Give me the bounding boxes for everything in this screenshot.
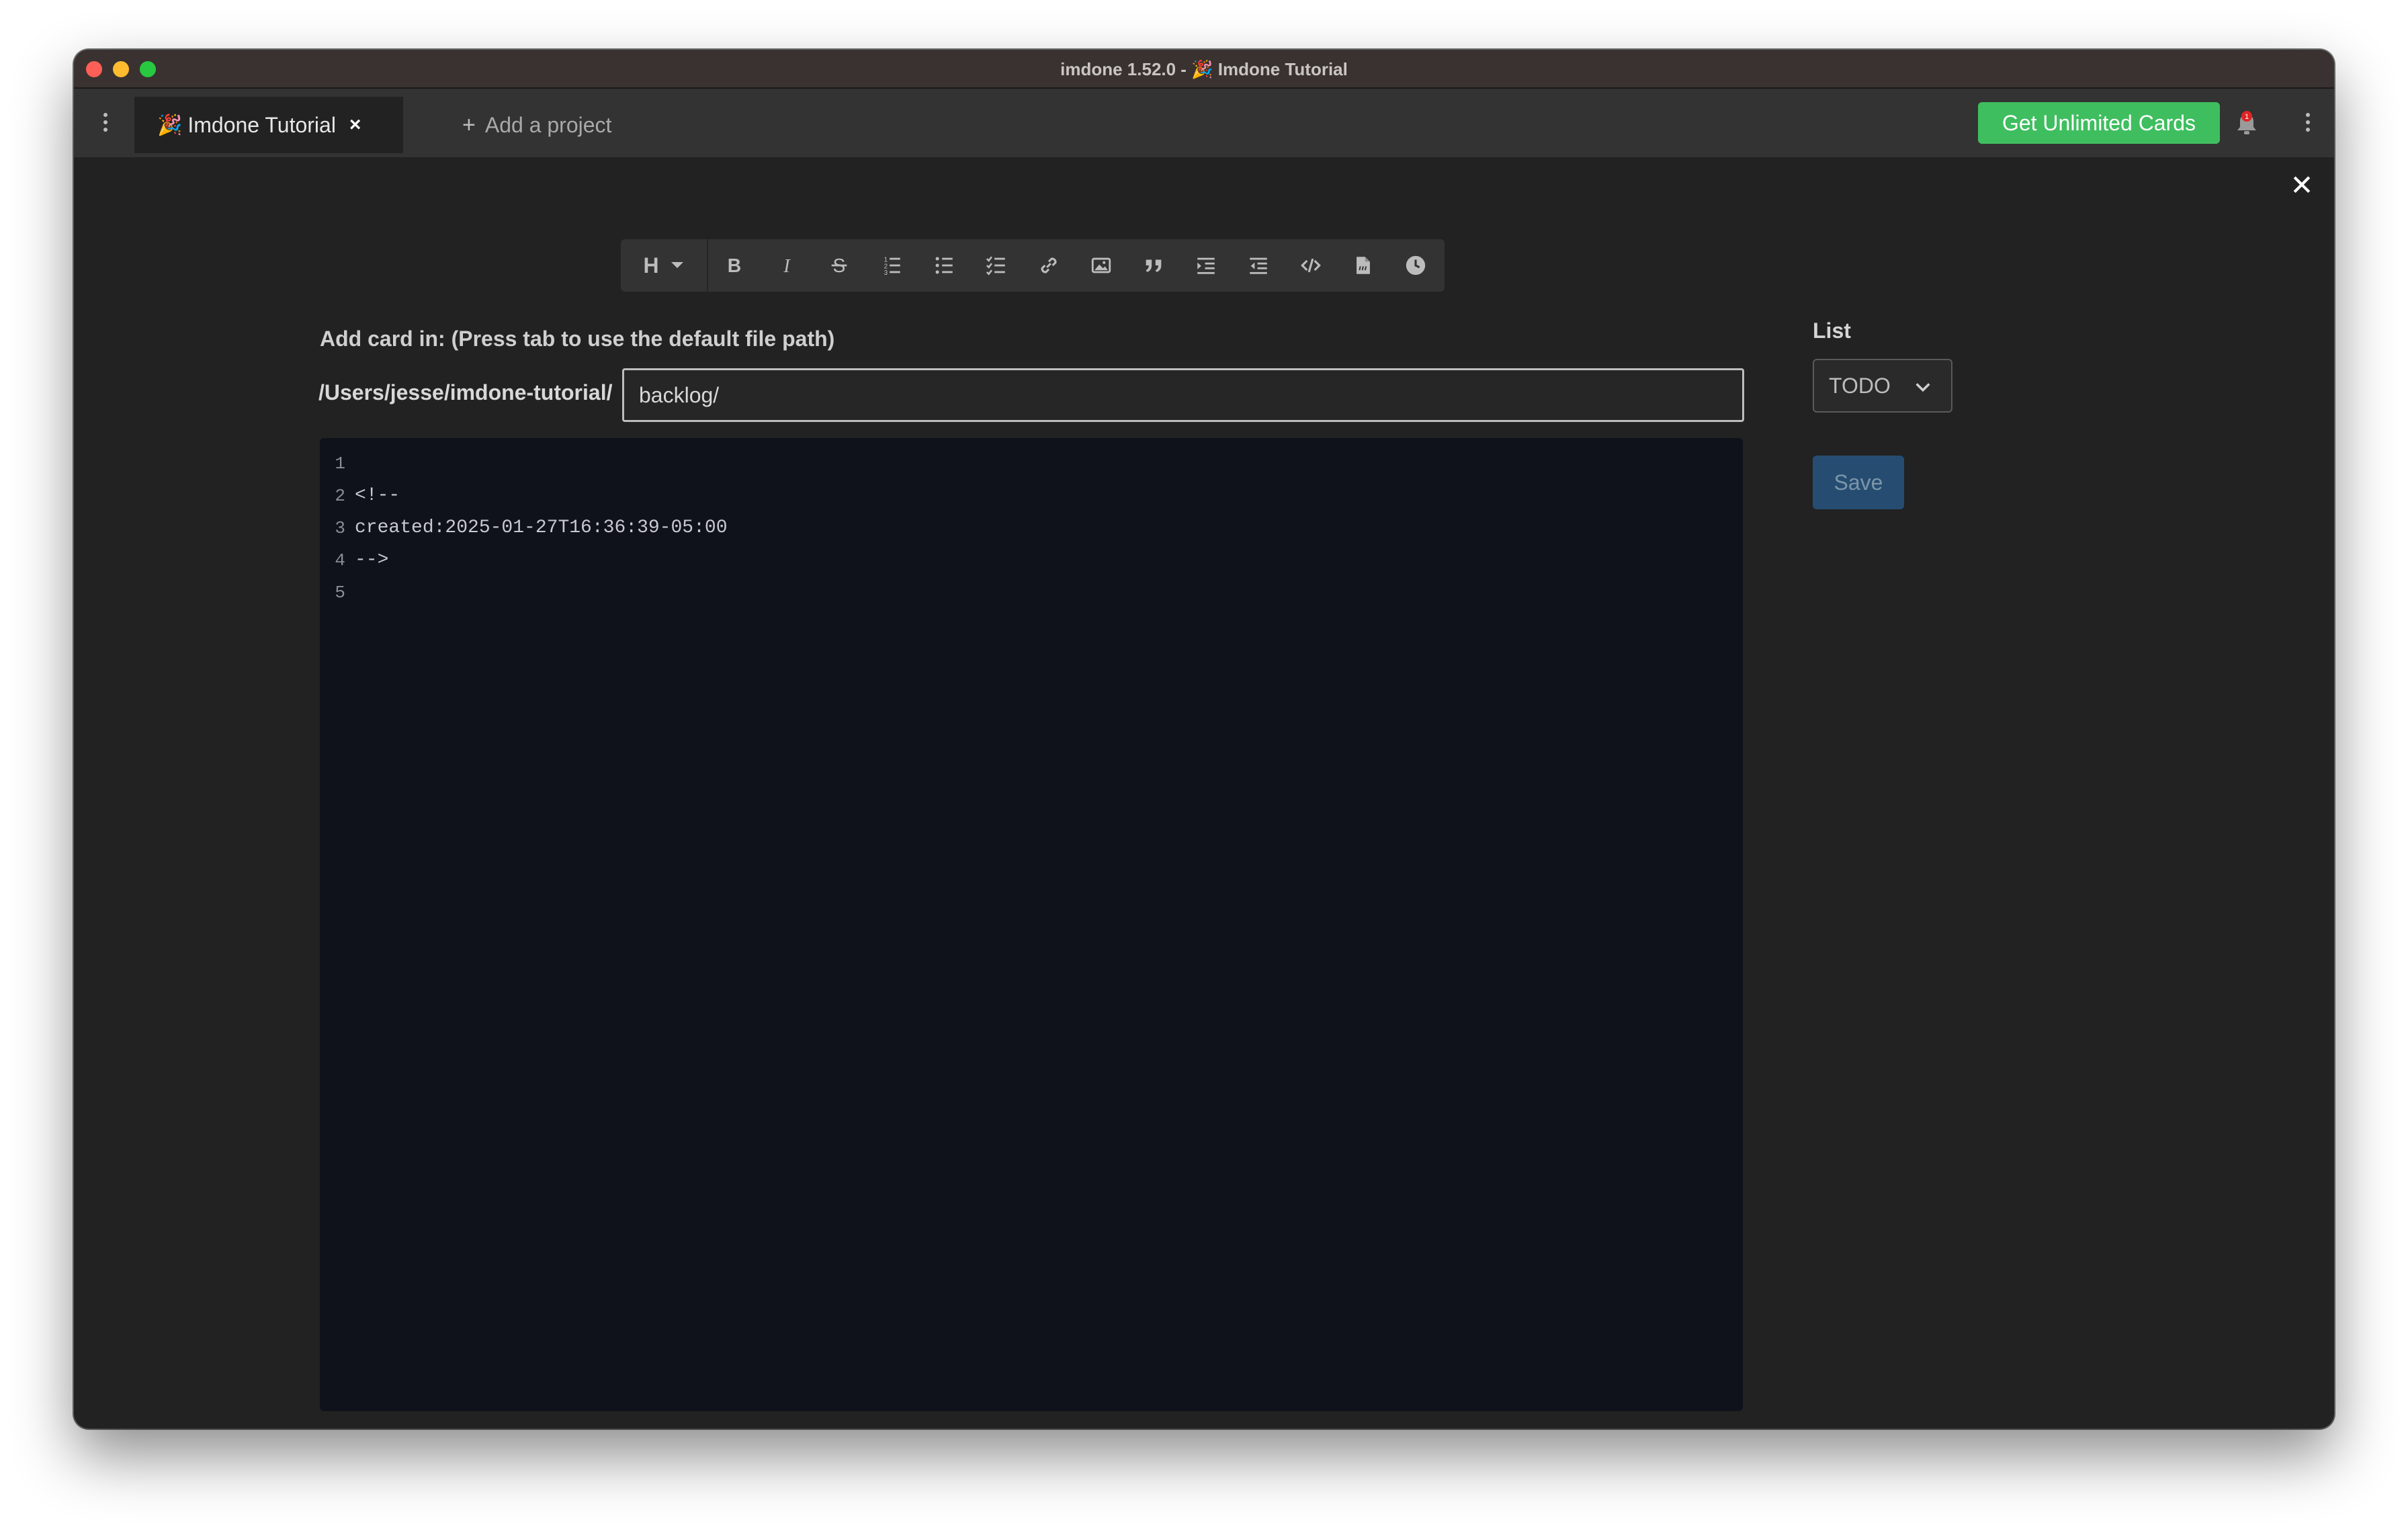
code-text: --> xyxy=(355,550,389,570)
svg-text:I: I xyxy=(783,256,791,277)
markdown-toolbar: H B I S 1 2 3 xyxy=(621,239,1445,292)
line-number: 4 xyxy=(335,550,345,570)
indent-icon xyxy=(1197,257,1215,274)
line-number: 1 xyxy=(335,454,345,474)
add-project-button[interactable]: + Add a project xyxy=(462,103,611,146)
unordered-list-icon xyxy=(935,257,953,274)
markdown-editor[interactable]: 1 2 <!-- 3 created:2025-01-27T16:36:39-05:00… xyxy=(320,438,1743,1411)
list-select[interactable]: TODO xyxy=(1813,359,1952,413)
heading-label: H xyxy=(643,253,659,278)
close-editor-icon[interactable]: ✕ xyxy=(2288,171,2315,200)
timestamp-button[interactable] xyxy=(1389,239,1442,292)
task-list-icon xyxy=(986,256,1005,275)
notification-count: 1 xyxy=(2245,113,2249,121)
list-label: List xyxy=(1813,319,1851,343)
indent-button[interactable] xyxy=(1180,239,1232,292)
task-list-button[interactable] xyxy=(970,239,1023,292)
outdent-button[interactable] xyxy=(1232,239,1285,292)
app-menu-icon[interactable] xyxy=(95,109,116,136)
heading-dropdown-button[interactable]: H xyxy=(621,239,708,292)
code-button[interactable] xyxy=(1285,239,1337,292)
add-project-label: Add a project xyxy=(484,112,612,137)
path-prefix: /Users/jesse/imdone-tutorial/ xyxy=(318,380,613,405)
insert-file-button[interactable] xyxy=(1337,239,1389,292)
get-unlimited-cards-button[interactable]: Get Unlimited Cards xyxy=(1978,102,2220,144)
code-icon xyxy=(1301,258,1321,273)
image-button[interactable] xyxy=(1075,239,1127,292)
clock-icon xyxy=(1406,255,1426,275)
bold-button[interactable]: B xyxy=(708,239,761,292)
bold-icon: B xyxy=(728,255,741,277)
line-number: 2 xyxy=(335,486,345,506)
file-icon xyxy=(1357,257,1370,274)
outdent-icon xyxy=(1250,257,1267,274)
add-card-hint: Add card in: (Press tab to use the defau… xyxy=(320,327,835,351)
plus-icon: + xyxy=(462,112,476,138)
quote-button[interactable] xyxy=(1127,239,1180,292)
svg-text:B: B xyxy=(728,255,741,277)
chevron-down-icon xyxy=(1916,383,1930,392)
strikethrough-icon: S xyxy=(831,255,847,277)
ordered-list-button[interactable]: 1 2 3 xyxy=(865,239,918,292)
window-title: imdone 1.52.0 - 🎉 Imdone Tutorial xyxy=(1060,59,1348,79)
party-icon: 🎉 xyxy=(157,114,183,136)
caret-down-icon xyxy=(671,262,683,268)
tab-bar: 🎉 Imdone Tutorial × + Add a project Get … xyxy=(74,89,2334,157)
link-button[interactable] xyxy=(1023,239,1075,292)
app-window: imdone 1.52.0 - 🎉 Imdone Tutorial 🎉 Imdo… xyxy=(74,50,2334,1429)
tab-close-icon[interactable]: × xyxy=(349,114,361,136)
code-line[interactable]: 3 created:2025-01-27T16:36:39-05:00 xyxy=(320,512,1743,544)
notification-bell-icon[interactable]: 1 xyxy=(2235,110,2259,137)
unordered-list-button[interactable] xyxy=(918,239,970,292)
link-icon xyxy=(1041,257,1057,273)
quote-icon xyxy=(1146,259,1162,272)
code-line[interactable]: 5 xyxy=(320,577,1743,609)
code-text: <!-- xyxy=(355,485,400,506)
strikethrough-button[interactable]: S xyxy=(813,239,865,292)
code-line[interactable]: 2 <!-- xyxy=(320,480,1743,512)
code-line[interactable]: 1 xyxy=(320,448,1743,480)
svg-text:3: 3 xyxy=(884,269,888,277)
line-number: 5 xyxy=(335,583,345,603)
title-bar: imdone 1.52.0 - 🎉 Imdone Tutorial xyxy=(74,50,2334,89)
code-line[interactable]: 4 --> xyxy=(320,544,1743,577)
file-path-input[interactable] xyxy=(622,368,1744,422)
save-button[interactable]: Save xyxy=(1813,456,1904,509)
ordered-list-icon: 1 2 3 xyxy=(884,256,900,277)
italic-button[interactable]: I xyxy=(761,239,813,292)
tab-imdone-tutorial[interactable]: 🎉 Imdone Tutorial × xyxy=(134,97,403,153)
image-icon xyxy=(1091,257,1111,273)
italic-icon: I xyxy=(783,256,791,277)
tab-label: Imdone Tutorial xyxy=(187,112,336,137)
more-options-icon[interactable] xyxy=(2298,109,2318,136)
line-number: 3 xyxy=(335,518,345,538)
code-text: created:2025-01-27T16:36:39-05:00 xyxy=(355,517,728,538)
list-select-value: TODO xyxy=(1829,373,1891,398)
